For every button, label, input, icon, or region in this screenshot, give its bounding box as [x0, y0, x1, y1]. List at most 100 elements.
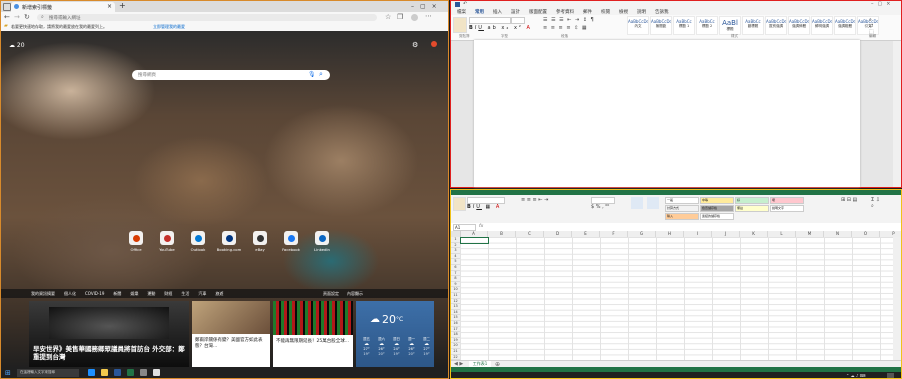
active-cell[interactable] [460, 237, 489, 244]
windows-start-icon[interactable]: ⊞ [5, 369, 11, 377]
cell-style-7[interactable]: 說明文字 [770, 205, 804, 212]
word-tab-2[interactable]: 插入 [493, 9, 502, 15]
settings-gear-icon[interactable]: ⚙ [412, 41, 418, 49]
word-tab-9[interactable]: 說明 [637, 9, 646, 15]
undo-icon[interactable]: ↶ [463, 1, 467, 7]
news-nav-item-6[interactable]: 財經 [164, 291, 172, 297]
editing-group[interactable]: ⌕ ⇄ ⬚ [869, 17, 874, 35]
news-nav-right-1[interactable]: 內容顯示 [347, 291, 363, 297]
style-tile-5[interactable]: AaBbCc 副標題 [742, 16, 764, 35]
quick-link-6[interactable]: LinkedIn [309, 231, 335, 252]
forward-icon[interactable]: → [14, 13, 20, 21]
word-scrollbar[interactable] [893, 41, 901, 187]
quick-link-0[interactable]: Office [123, 231, 149, 252]
microphone-icon[interactable]: 🎙 [308, 71, 316, 78]
cell-grid[interactable] [460, 237, 901, 360]
news-card-3[interactable]: 不能再無限期延長！25萬台股全球... [273, 301, 353, 367]
cell-style-9[interactable]: 連結的儲存格 [700, 213, 734, 220]
cell-style-0[interactable]: 一般 [665, 197, 699, 204]
news-nav-item-7[interactable]: 生活 [181, 291, 189, 297]
more-menu-icon[interactable]: ⋯ [425, 12, 432, 20]
cell-style-4[interactable]: 計算方式 [665, 205, 699, 212]
word-tab-0[interactable]: 檔案 [457, 9, 466, 15]
news-nav-item-3[interactable]: 新聞 [113, 291, 121, 297]
news-nav-item-9[interactable]: 旅遊 [215, 291, 223, 297]
paste-icon[interactable] [453, 17, 467, 33]
quick-link-4[interactable]: eBay [247, 231, 273, 252]
autosave-icon[interactable] [455, 2, 460, 7]
style-tile-9[interactable]: AaBbCcDd 強調粗體 [834, 16, 856, 35]
quick-link-5[interactable]: Facebook [278, 231, 304, 252]
word-tab-4[interactable]: 版面配置 [529, 9, 547, 15]
edge-app-icon[interactable] [88, 369, 95, 376]
name-box[interactable]: A1 [453, 224, 476, 231]
quick-link-1[interactable]: YouTube [154, 231, 180, 252]
font-size-select[interactable] [511, 17, 525, 24]
news-nav-item-8[interactable]: 汽車 [198, 291, 206, 297]
paste-icon[interactable] [453, 197, 466, 211]
excel-app-icon[interactable] [127, 369, 134, 376]
style-tile-8[interactable]: AaBbCcDd 鮮明強調 [811, 16, 833, 35]
search-submit-icon[interactable]: ⌕ [319, 70, 323, 79]
news-nav-right-0[interactable]: 頁面設定 [323, 291, 339, 297]
conditional-format-icon[interactable] [631, 197, 643, 209]
format-buttons[interactable]: BIU ▦ A [467, 204, 501, 210]
word-tab-8[interactable]: 檢視 [619, 9, 628, 15]
excel-scrollbar[interactable] [893, 237, 901, 360]
quick-link-3[interactable]: Booking.com [216, 231, 242, 252]
news-nav-item-1[interactable]: 個人化 [64, 291, 76, 297]
font-name-select[interactable] [467, 197, 505, 204]
notification-center-icon[interactable] [887, 373, 894, 378]
formula-input[interactable] [489, 224, 894, 229]
cell-style-6[interactable]: 備註 [735, 205, 769, 212]
quick-link-2[interactable]: Outlook [185, 231, 211, 252]
style-tile-6[interactable]: AaBbCcDd 區別強調 [765, 16, 787, 35]
style-tile-2[interactable]: AaBbCc 標題 1 [673, 16, 695, 35]
web-search-box[interactable]: 搜尋網頁 🎙 ⌕ [132, 70, 330, 80]
favorites-icon[interactable]: ☆ [385, 13, 391, 21]
word-app-icon[interactable] [114, 369, 121, 376]
align-buttons[interactable]: ≡ ≡ ≡ ≡ ⇳ ▦ [543, 25, 588, 31]
number-format-select[interactable] [591, 197, 615, 204]
back-icon[interactable]: ← [4, 13, 10, 21]
news-nav-item-0[interactable]: 我的資訊摘要 [31, 291, 55, 297]
word-tab-3[interactable]: 設計 [511, 9, 520, 15]
weather-card[interactable]: ☁ 20 °C 週五 ☁ 27° 19° 週六 ☁ 26° 20° 週日 ☁ 24° 19° 週一 ☁ 26… [356, 301, 434, 367]
news-nav-item-2[interactable]: COVID-19 [85, 291, 104, 296]
word-tab-1[interactable]: 常用 [475, 9, 484, 15]
collections-icon[interactable]: ❐ [397, 13, 403, 21]
store-icon[interactable] [140, 369, 147, 376]
format-buttons[interactable]: BIU ab x₂ x² A [469, 25, 532, 31]
taskbar-search[interactable]: 在這裡輸入文字來搜尋 [17, 369, 79, 377]
cell-style-5[interactable]: 檢查儲存格 [700, 205, 734, 212]
style-tile-7[interactable]: AaBbCcDd 強調斜體 [788, 16, 810, 35]
cells-group[interactable]: ⊞ ⊟ ▤ [841, 197, 857, 203]
weather-mini[interactable]: ☁ 20 [9, 42, 25, 49]
address-bar[interactable]: ⌕ 搜尋或輸入網址 [37, 14, 377, 21]
news-card-2[interactable]: 鄭兩岸關係有變？美國官方如此表態？台灣... [192, 301, 270, 367]
paragraph-buttons[interactable]: ☰ ☰ ☰ ⇤ ⇥ ↕ ¶ [543, 17, 595, 23]
cell-style-1[interactable]: 中等 [700, 197, 734, 204]
refresh-icon[interactable]: ↻ [24, 13, 30, 21]
fx-icon[interactable]: fx [479, 224, 483, 229]
explorer-icon[interactable] [101, 369, 108, 376]
editing-group[interactable]: Σ ⇩ ⌕ [871, 197, 880, 209]
new-tab-icon[interactable]: + [119, 1, 126, 10]
news-nav-item-5[interactable]: 運動 [147, 291, 155, 297]
cell-style-8[interactable]: 輸入 [665, 213, 699, 220]
style-tile-4[interactable]: AaBl 標題 [719, 16, 741, 35]
style-tile-0[interactable]: AaBbCcDd 內文 [627, 16, 649, 35]
close-tab-icon[interactable]: × [107, 3, 112, 10]
style-tile-1[interactable]: AaBbCcDd 無間距 [650, 16, 672, 35]
notifications-icon[interactable] [431, 41, 437, 47]
news-card-main[interactable]: 早安世界》美售華國務卿眾議員將首訪台 外交部：鄭重提到台灣 [29, 301, 189, 367]
cell-style-2[interactable]: 好 [735, 197, 769, 204]
style-tile-10[interactable]: AaBbCcDd 引文 [857, 16, 879, 35]
word-tab-5[interactable]: 參考資料 [556, 9, 574, 15]
tab-new-tab[interactable]: 新增索引標籤 × [11, 2, 115, 12]
system-tray-icons[interactable]: ⌃ ☁ ♪ ⌨ [846, 373, 866, 378]
style-tile-3[interactable]: AaBbCc 標題 2 [696, 16, 718, 35]
font-name-select[interactable] [469, 17, 511, 24]
profile-avatar[interactable] [411, 14, 418, 21]
word-tab-10[interactable]: 告訴我 [655, 9, 669, 15]
